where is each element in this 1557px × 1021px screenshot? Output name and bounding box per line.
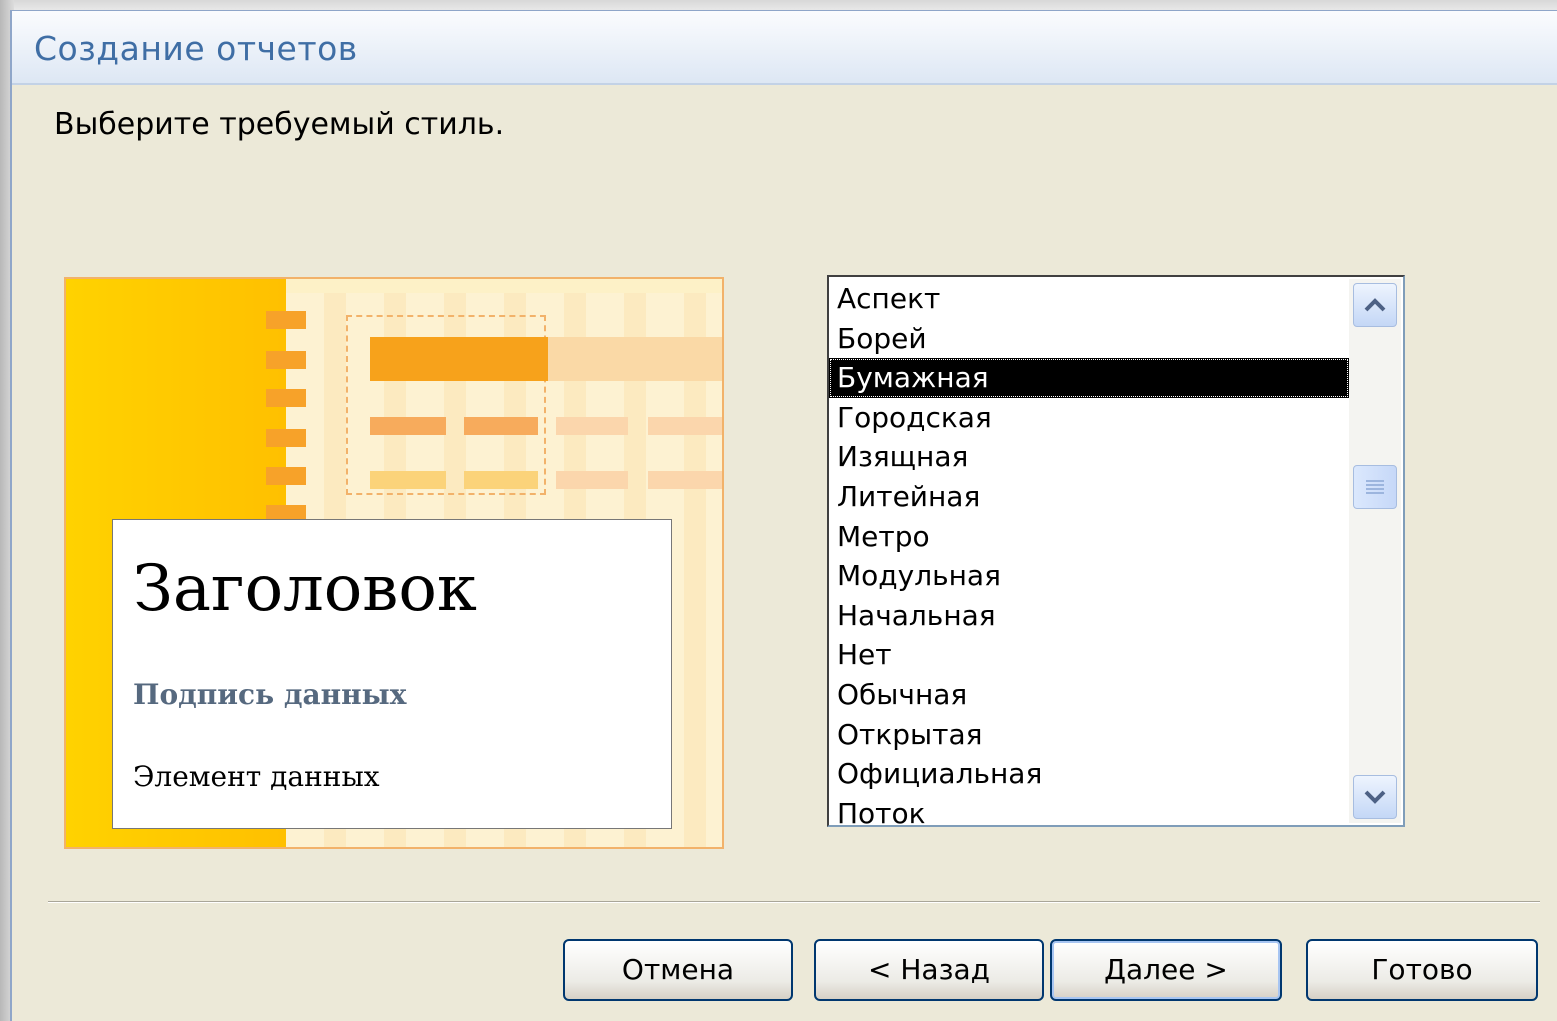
preview-cell: [556, 471, 628, 489]
style-list: Аспект Борей Бумажная Городская Изящная …: [829, 279, 1349, 825]
style-list-item[interactable]: Официальная: [829, 754, 1349, 794]
style-list-item[interactable]: Борей: [829, 319, 1349, 359]
preview-cell: [556, 417, 628, 435]
style-list-item-selected[interactable]: Бумажная: [829, 358, 1349, 398]
cancel-button[interactable]: Отмена: [563, 939, 793, 1001]
style-list-item[interactable]: Городская: [829, 398, 1349, 438]
preview-cell: [370, 417, 446, 435]
style-list-item[interactable]: Модульная: [829, 556, 1349, 596]
scroll-down-button[interactable]: [1353, 775, 1397, 819]
preview-header-bar: [370, 337, 548, 381]
style-preview: Заголовок Подпись данных Элемент данных: [64, 277, 724, 849]
instruction-text: Выберите требуемый стиль.: [54, 107, 505, 142]
preview-binder-tab: [266, 467, 306, 485]
chevron-up-icon: [1364, 298, 1386, 312]
dialog-header: Создание отчетов: [12, 11, 1557, 85]
style-list-item[interactable]: Изящная: [829, 437, 1349, 477]
preview-cell: [648, 471, 722, 489]
scroll-up-button[interactable]: [1353, 283, 1397, 327]
style-listbox[interactable]: Аспект Борей Бумажная Городская Изящная …: [827, 275, 1405, 827]
preview-header-bar: [548, 337, 722, 381]
next-button[interactable]: Далее >: [1050, 939, 1282, 1001]
back-button[interactable]: < Назад: [814, 939, 1044, 1001]
preview-element: Элемент данных: [133, 760, 380, 793]
preview-card: Заголовок Подпись данных Элемент данных: [112, 519, 672, 829]
style-list-item[interactable]: Начальная: [829, 596, 1349, 636]
style-list-item[interactable]: Аспект: [829, 279, 1349, 319]
dialog-title: Создание отчетов: [34, 29, 358, 68]
preview-cell: [648, 417, 722, 435]
style-list-item[interactable]: Метро: [829, 517, 1349, 557]
style-list-item[interactable]: Открытая: [829, 715, 1349, 755]
chevron-down-icon: [1364, 790, 1386, 804]
preview-binder-tab: [266, 389, 306, 407]
style-list-item[interactable]: Литейная: [829, 477, 1349, 517]
grip-icon: [1366, 480, 1384, 494]
preview-binder-tab: [266, 429, 306, 447]
style-list-item[interactable]: Нет: [829, 635, 1349, 675]
preview-binder-tab: [266, 351, 306, 369]
preview-heading: Заголовок: [133, 552, 477, 626]
preview-caption: Подпись данных: [133, 678, 407, 711]
button-separator: [48, 901, 1540, 903]
report-wizard-dialog: Создание отчетов Выберите требуемый стил…: [10, 10, 1557, 1021]
preview-cell: [464, 417, 538, 435]
style-list-item[interactable]: Поток: [829, 794, 1349, 825]
vertical-scrollbar[interactable]: [1349, 279, 1401, 823]
preview-cell: [464, 471, 538, 489]
preview-binder-tab: [266, 311, 306, 329]
preview-cell: [370, 471, 446, 489]
style-list-item[interactable]: Обычная: [829, 675, 1349, 715]
finish-button[interactable]: Готово: [1306, 939, 1538, 1001]
scroll-thumb[interactable]: [1353, 465, 1397, 509]
